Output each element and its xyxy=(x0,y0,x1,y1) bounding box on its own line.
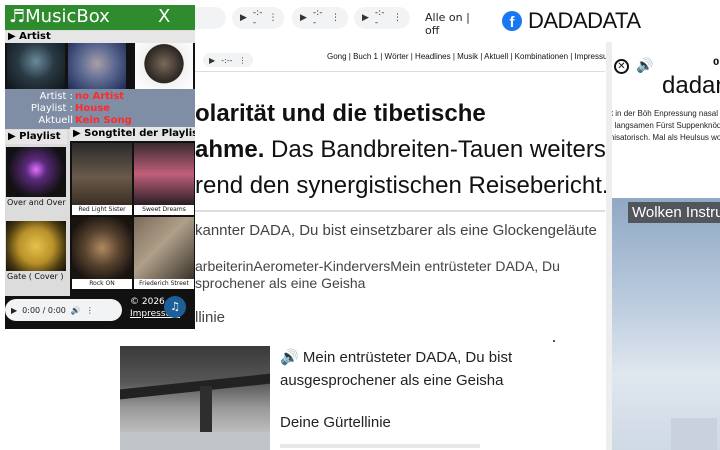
song-caption: Sweet Dreams xyxy=(134,205,194,215)
headline-line-2-bold: ahme. xyxy=(195,136,265,163)
headline-line-1: olarität und die tibetische xyxy=(195,100,486,127)
playlist-cover xyxy=(6,221,66,271)
card-subtitle[interactable]: Deine Gürtellinie xyxy=(280,414,391,431)
song-cover xyxy=(72,143,132,205)
playlist-cover xyxy=(6,147,66,197)
song-cover xyxy=(134,217,194,279)
play-icon[interactable]: ▶ xyxy=(300,13,307,23)
artist-image-1[interactable] xyxy=(7,43,65,89)
player-time: -:-- xyxy=(252,8,263,28)
artist-strip xyxy=(5,43,195,89)
article-headline[interactable]: olarität und die tibetische ahme. Das Ba… xyxy=(195,96,639,204)
player-time: -:-- xyxy=(221,55,233,65)
right-panel: ✕ 🔊 0 dadand Die Röstung ist in der Böh … xyxy=(612,42,720,450)
artist-image-2[interactable] xyxy=(68,43,126,89)
artist-image-3[interactable] xyxy=(135,43,193,89)
right-panel-text: Die Röstung ist in der Böh Enpressung na… xyxy=(612,109,720,142)
playlist-caption: Gate ( Cover ) xyxy=(7,272,64,281)
song-cover xyxy=(134,143,194,205)
nav-audio-player[interactable]: ▶ -:-- ⋮ xyxy=(203,53,253,67)
musicbox-window: ♬MusicBox X ▶ Artist Artist : no Artist … xyxy=(5,5,195,329)
article-link-1[interactable]: kannter DADA, Du bist einsetzbarer als e… xyxy=(195,222,597,239)
artist-section-header[interactable]: ▶ Artist xyxy=(5,31,195,43)
musicbox-logo-icon[interactable]: ♫ xyxy=(164,296,186,318)
card-more-text xyxy=(280,444,480,448)
menu-icon[interactable]: ⋮ xyxy=(393,13,402,23)
playlist-section-header[interactable]: ▶ Playlist xyxy=(5,130,67,144)
playlist-list: Over and Over Gate ( Cover ) xyxy=(5,144,67,296)
headline-line-3: rend den synergistischen Reisebericht. xyxy=(195,172,609,199)
divider xyxy=(195,210,605,212)
article-link-3[interactable]: llinie xyxy=(195,309,225,326)
right-panel-counter: 0 xyxy=(713,58,720,68)
close-icon[interactable]: ✕ xyxy=(614,59,629,74)
now-playing-info: Artist : no Artist Playlist : House Aktu… xyxy=(5,89,195,129)
song-item[interactable]: Red Light Sister xyxy=(72,143,132,215)
playlist-item[interactable]: Over and Over xyxy=(5,146,67,208)
bridge-image[interactable] xyxy=(120,346,270,450)
right-panel-box xyxy=(671,418,717,450)
artist-label: Artist : xyxy=(39,91,73,102)
musicbox-header[interactable]: ♬MusicBox X xyxy=(5,5,195,30)
alle-on-off-toggle[interactable]: Alle on | off xyxy=(425,11,475,37)
playlist-item[interactable]: Gate ( Cover ) xyxy=(5,220,67,282)
menu-icon[interactable]: ⋮ xyxy=(268,13,277,23)
play-icon[interactable]: ▶ xyxy=(362,13,369,23)
cloud-image[interactable] xyxy=(612,198,720,450)
song-item[interactable]: Sweet Dreams xyxy=(134,143,194,215)
gong-player-2[interactable]: ▶ -:-- ⋮ xyxy=(232,7,284,29)
gong-player-3[interactable]: ▶ -:-- ⋮ xyxy=(292,7,348,29)
card-title-text: Mein entrüsteter DADA, Du bist ausgespro… xyxy=(280,349,513,389)
brand[interactable]: f DADADATA xyxy=(502,8,641,34)
right-panel-label[interactable]: Wolken Instru xyxy=(628,202,720,223)
song-caption: Friederich Street xyxy=(134,279,194,289)
play-icon[interactable]: ▶ xyxy=(240,13,247,23)
audio-time: 0:00 / 0:00 xyxy=(22,305,66,315)
menu-icon[interactable]: ⋮ xyxy=(331,13,340,23)
musicbox-audio-player[interactable]: ▶ 0:00 / 0:00 🔊 ⋮ xyxy=(5,299,122,321)
songs-section-header[interactable]: ▶ Songtitel der Playlist xyxy=(70,127,195,141)
article-link-2[interactable]: arbeiterinAerometer-KinderversMein entrü… xyxy=(195,258,605,292)
bullet-dot xyxy=(553,340,555,342)
play-icon[interactable]: ▶ xyxy=(209,56,215,65)
song-item[interactable]: Rock ON xyxy=(72,217,132,289)
facebook-icon[interactable]: f xyxy=(502,11,522,31)
song-item[interactable]: Friederich Street xyxy=(134,217,194,289)
menu-icon[interactable]: ⋮ xyxy=(86,306,94,315)
headline-line-2: Das Bandbreiten-Tauen weitersagt xyxy=(264,136,640,163)
menu-icon[interactable]: ⋮ xyxy=(239,56,247,65)
river-water xyxy=(120,432,270,450)
playlist-caption: Over and Over xyxy=(7,198,66,207)
playlist-label: Playlist : xyxy=(30,103,73,114)
speaker-icon[interactable]: 🔊 xyxy=(636,58,653,74)
close-button[interactable]: X xyxy=(158,6,170,28)
current-label: Aktuell xyxy=(38,115,73,126)
bridge-deck xyxy=(120,371,270,401)
song-caption: Rock ON xyxy=(72,279,132,289)
player-time: -:-- xyxy=(312,8,323,28)
songs-panel: ▶ Songtitel der Playlist Red Light Siste… xyxy=(70,127,195,299)
song-caption: Red Light Sister xyxy=(72,205,132,215)
brand-name: DADADATA xyxy=(528,8,641,33)
right-panel-title: dadand xyxy=(662,72,720,99)
musicbox-title: ♬MusicBox xyxy=(9,6,110,27)
volume-icon[interactable]: 🔊 xyxy=(71,306,81,315)
player-time: -:-- xyxy=(374,8,385,28)
current-value: Kein Song xyxy=(75,115,132,126)
play-icon[interactable]: ▶ xyxy=(11,306,17,315)
song-cover xyxy=(72,217,132,279)
card-title[interactable]: 🔊 Mein entrüsteter DADA, Du bist ausgesp… xyxy=(280,346,520,392)
playlist-value: House xyxy=(75,103,111,114)
speaker-icon[interactable]: 🔊 xyxy=(280,349,299,366)
artist-value: no Artist xyxy=(75,91,125,102)
gong-player-4[interactable]: ▶ -:-- ⋮ xyxy=(354,7,410,29)
